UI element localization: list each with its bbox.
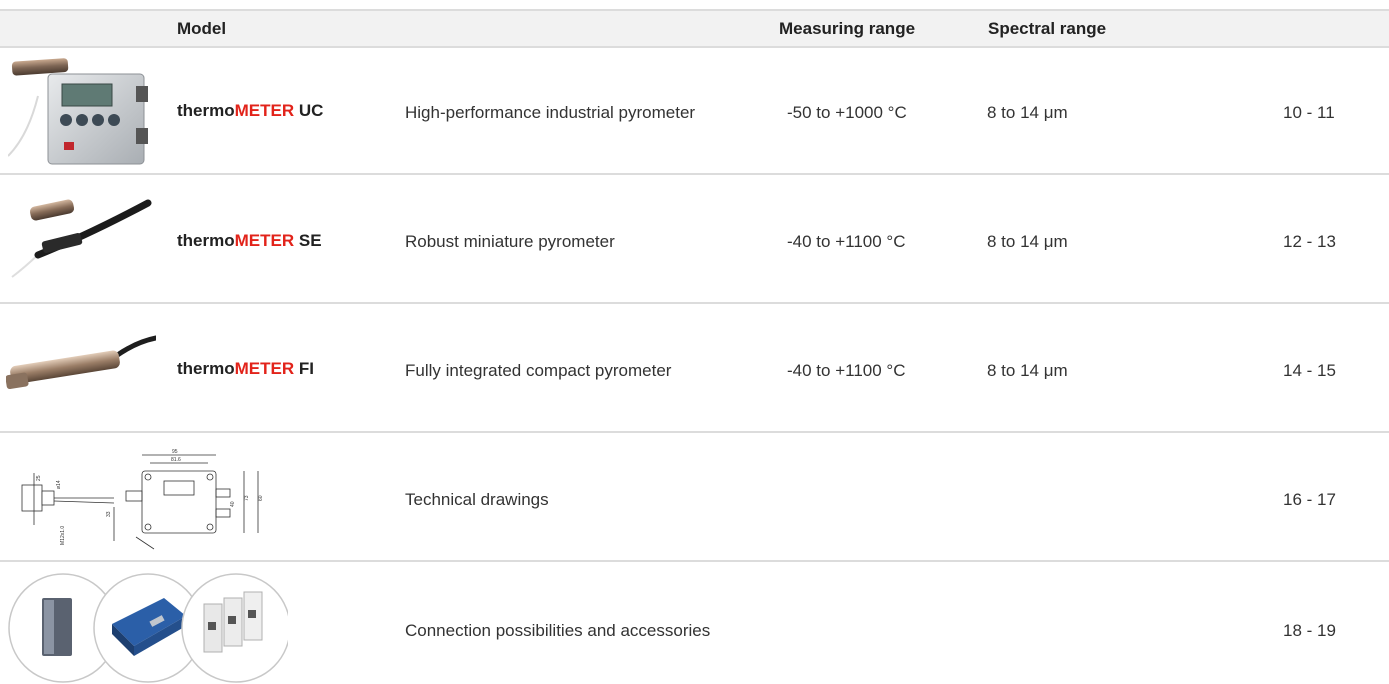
drawing-dim-40: 40 — [230, 501, 236, 507]
drawing-dim-25: 25 — [36, 475, 42, 481]
model-brand: METER — [234, 231, 295, 250]
drawing-dim-33: 33 — [106, 511, 112, 517]
technical-drawing: 95 81.6 73 60 40 ø14 M12x1.0 33 25 — [21, 449, 264, 550]
model-name: thermoMETER FI — [177, 359, 314, 379]
column-header-model: Model — [177, 19, 227, 38]
model-description: High-performance industrial pyrometer — [405, 103, 696, 122]
row-description: Technical drawings — [405, 490, 549, 509]
model-prefix: thermo — [177, 231, 235, 250]
model-name: thermoMETER SE — [177, 231, 322, 251]
page-reference: 12 - 13 — [1283, 232, 1336, 251]
drawing-dim-81-6: 81.6 — [171, 457, 181, 463]
model-prefix: thermo — [177, 359, 235, 378]
measuring-range-value: -40 to +1100 °C — [787, 361, 906, 380]
column-header-measuring-range: Measuring range — [779, 19, 916, 38]
model-brand: METER — [234, 359, 295, 378]
page-reference: 18 - 19 — [1283, 621, 1336, 640]
drawing-dim-73: 73 — [244, 495, 250, 501]
spectral-range-value: 8 to 14 μm — [987, 103, 1068, 122]
model-description: Robust miniature pyrometer — [405, 232, 615, 251]
model-name: thermoMETER UC — [177, 101, 323, 121]
page-reference: 14 - 15 — [1283, 361, 1336, 380]
header-top-rule — [0, 9, 1389, 11]
spectral-range-value: 8 to 14 μm — [987, 361, 1068, 380]
drawing-dim-60: 60 — [258, 495, 264, 501]
table-row-thermometer-fi: thermoMETER FI Fully integrated compact … — [0, 304, 1389, 432]
accessories-photos — [8, 573, 288, 683]
model-suffix: FI — [298, 359, 314, 378]
model-brand: METER — [234, 101, 295, 120]
drawing-dim-95: 95 — [172, 449, 178, 455]
model-description: Fully integrated compact pyrometer — [405, 361, 672, 380]
drawing-dim-o14: ø14 — [56, 480, 62, 489]
column-header-spectral-range: Spectral range — [988, 19, 1107, 38]
model-suffix: UC — [298, 101, 324, 120]
measuring-range-value: -50 to +1000 °C — [787, 103, 907, 122]
row-description: Connection possibilities and accessories — [405, 621, 711, 640]
spectral-range-value: 8 to 14 μm — [987, 232, 1068, 251]
table-row-thermometer-uc: thermoMETER UC High-performance industri… — [0, 48, 1389, 174]
table-row-thermometer-se: thermoMETER SE Robust miniature pyromete… — [0, 175, 1389, 303]
page-reference: 10 - 11 — [1283, 103, 1335, 122]
drawing-dim-m12: M12x1.0 — [60, 526, 66, 545]
thermometer-uc-photo — [8, 58, 148, 165]
thermometer-se-photo — [11, 199, 152, 278]
product-overview-table: Model Measuring range Spectral range the… — [0, 0, 1389, 684]
measuring-range-value: -40 to +1100 °C — [787, 232, 906, 251]
table-row-technical-drawings: 95 81.6 73 60 40 ø14 M12x1.0 33 25 Techn… — [0, 433, 1389, 561]
table-row-accessories: Connection possibilities and accessories… — [0, 562, 1389, 684]
model-prefix: thermo — [177, 101, 235, 120]
model-suffix: SE — [298, 231, 322, 250]
thermometer-fi-photo — [6, 335, 156, 390]
page-reference: 16 - 17 — [1283, 490, 1336, 509]
